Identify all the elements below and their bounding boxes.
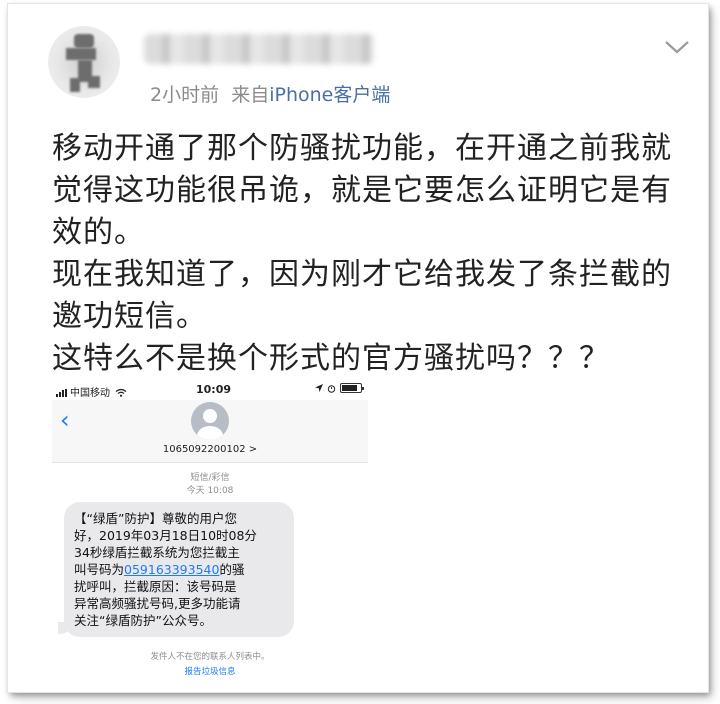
post-time: 2小时前: [150, 84, 220, 106]
message-timestamp: 今天 10:08: [186, 486, 234, 496]
sms-text: 的骚: [219, 562, 245, 577]
post-from-label: 来自: [231, 84, 270, 106]
status-right: [315, 383, 364, 393]
sms-line: 好，2019年03月18日10时08分: [74, 528, 257, 543]
post-source[interactable]: iPhone客户端: [269, 84, 390, 106]
sms-line: 【“绿盾”防护】尊敬的用户您: [74, 511, 237, 526]
message-type-label: 短信/彩信: [190, 473, 230, 483]
post-text-line: 觉得这功能很吊诡，就是它要怎么证明它是有: [52, 173, 672, 208]
sms-line: 扰呼叫，拦截原因：该号码是: [74, 579, 237, 594]
sms-bubble[interactable]: 【“绿盾”防护】尊敬的用户您 好，2019年03月18日10时08分 34秒绿盾…: [64, 502, 294, 637]
report-junk-link[interactable]: 报告垃圾信息: [52, 665, 368, 677]
location-arrow-icon: [315, 384, 323, 392]
post-text-line: 邀功短信。: [52, 299, 207, 334]
embedded-screenshot[interactable]: 中国移动 10:09 ‹ 1065092200102 > 短信/彩信 今天 10…: [52, 380, 368, 682]
post-text: 移动开通了那个防骚扰功能，在开通之前我就 觉得这功能很吊诡，就是它要怎么证明它是…: [52, 128, 692, 380]
conversation-header: ‹ 1065092200102 >: [52, 400, 368, 463]
sms-line: 关注“绿盾防护”公众号。: [74, 613, 212, 628]
back-button[interactable]: ‹: [60, 408, 70, 432]
post-text-line: 现在我知道了，因为刚才它给我发了条拦截的: [52, 257, 672, 292]
post-text-line: 效的。: [52, 215, 145, 250]
sms-line: 异常高频骚扰号码,更多功能请: [74, 596, 241, 611]
username-blurred[interactable]: [144, 34, 374, 64]
post-text-line: 移动开通了那个防骚扰功能，在开通之前我就: [52, 131, 672, 166]
status-bar: 中国移动 10:09: [52, 380, 368, 400]
contact-avatar-icon[interactable]: [191, 402, 229, 440]
chevron-down-icon[interactable]: [662, 36, 692, 58]
alarm-icon: [327, 384, 336, 393]
battery-icon: [340, 383, 364, 393]
sms-line: 34秒绿盾拦截系统为您拦截主: [74, 545, 240, 560]
carrier: 中国移动: [56, 384, 127, 399]
post-text-line: 这特么不是换个形式的官方骚扰吗？？？: [52, 341, 610, 376]
sender-not-in-contacts-note: 发件人不在您的联系人列表中。: [150, 652, 270, 662]
post-card: 2小时前 来自iPhone客户端 移动开通了那个防骚扰功能，在开通之前我就 觉得…: [8, 4, 708, 692]
user-avatar[interactable]: [48, 26, 120, 98]
signal-icon: [56, 389, 68, 397]
carrier-label: 中国移动: [70, 388, 110, 399]
status-time: 10:09: [196, 383, 232, 396]
phone-number-link[interactable]: 059163393540: [124, 562, 219, 577]
sms-line: 叫号码为059163393540的骚: [74, 561, 284, 578]
contact-number[interactable]: 1065092200102 >: [52, 444, 368, 455]
wifi-icon: [115, 388, 127, 397]
post-meta: 2小时前 来自iPhone客户端: [150, 80, 390, 107]
sms-text: 叫号码为: [74, 562, 125, 577]
